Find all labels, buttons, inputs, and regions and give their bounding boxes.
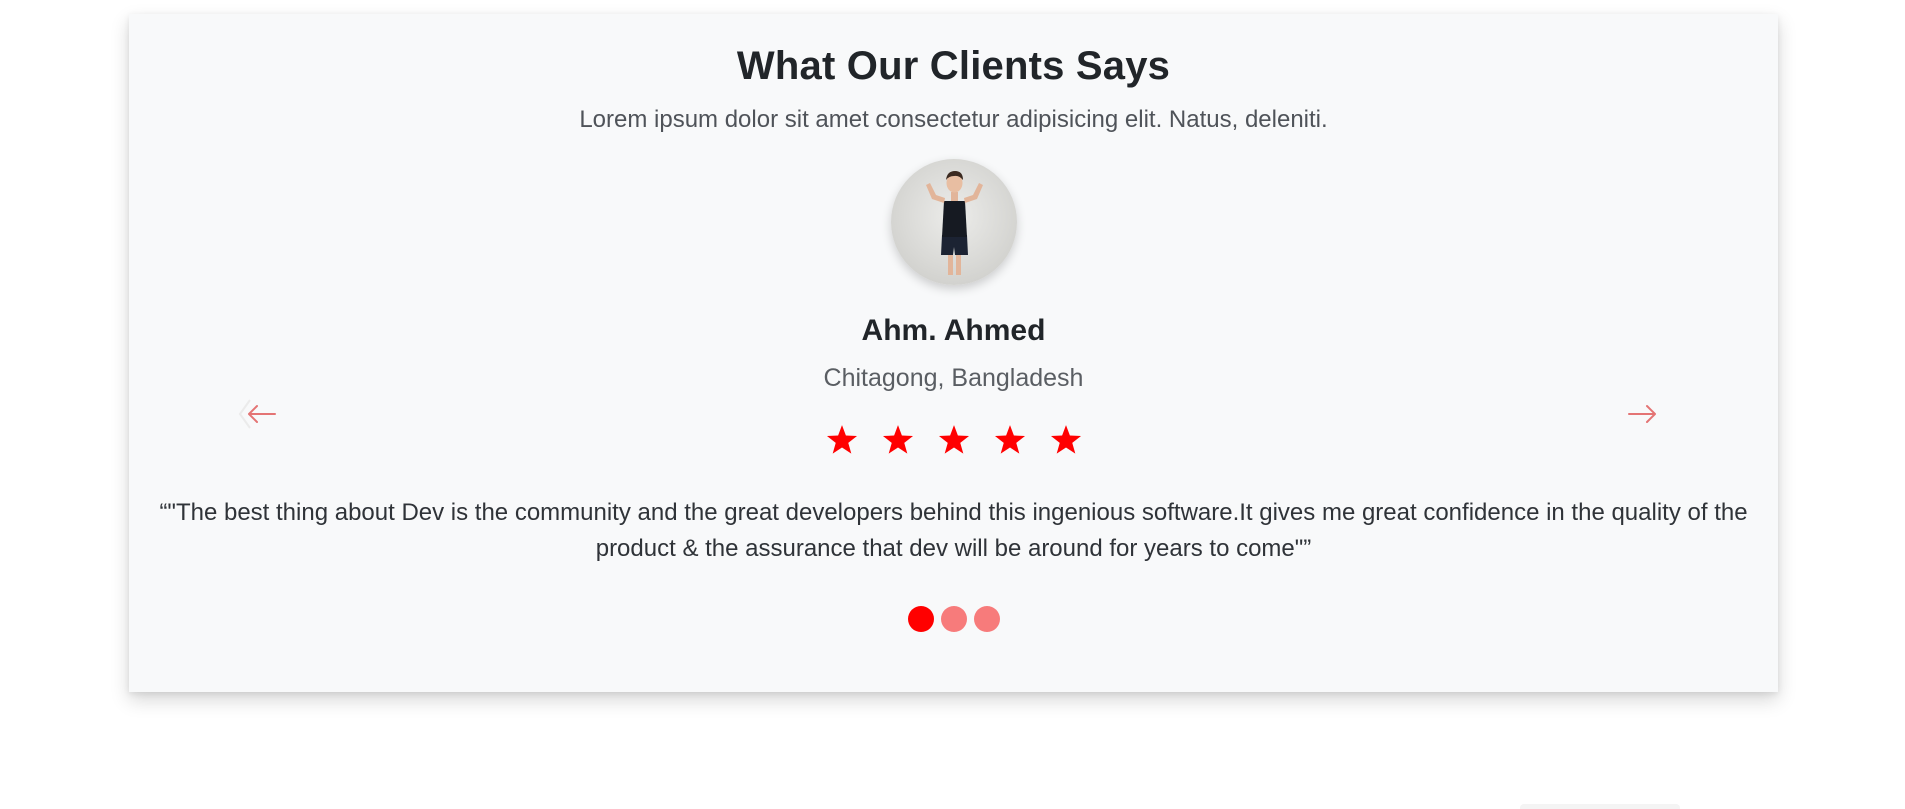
- client-avatar: [891, 159, 1017, 285]
- star-icon: [1049, 424, 1083, 456]
- star-rating: [129, 424, 1778, 456]
- star-icon: [993, 424, 1027, 456]
- carousel-dot-2[interactable]: [940, 606, 967, 632]
- carousel-dot-1[interactable]: [907, 606, 934, 632]
- star-icon: [881, 424, 915, 456]
- section-subtitle: Lorem ipsum dolor sit amet consectetur a…: [579, 106, 1328, 133]
- client-name: Ahm. Ahmed: [861, 314, 1046, 347]
- carousel-prev-button[interactable]: [239, 399, 279, 429]
- client-location: Chitagong, Bangladesh: [823, 364, 1084, 392]
- carousel-dot-3[interactable]: [973, 606, 1000, 632]
- star-icon: [825, 424, 859, 456]
- arrow-right-icon: [1625, 405, 1665, 433]
- star-icon: [937, 424, 971, 456]
- arrow-left-icon: [239, 405, 279, 433]
- carousel-next-button[interactable]: [1625, 399, 1665, 429]
- next-section-edge: [1520, 804, 1680, 809]
- testimonial-quote: “"The best thing about Dev is the commun…: [159, 499, 1748, 562]
- section-title: What Our Clients Says: [736, 44, 1171, 88]
- carousel-indicators: [129, 606, 1778, 632]
- testimonial-card: What Our Clients Says Lorem ipsum dolor …: [129, 14, 1778, 692]
